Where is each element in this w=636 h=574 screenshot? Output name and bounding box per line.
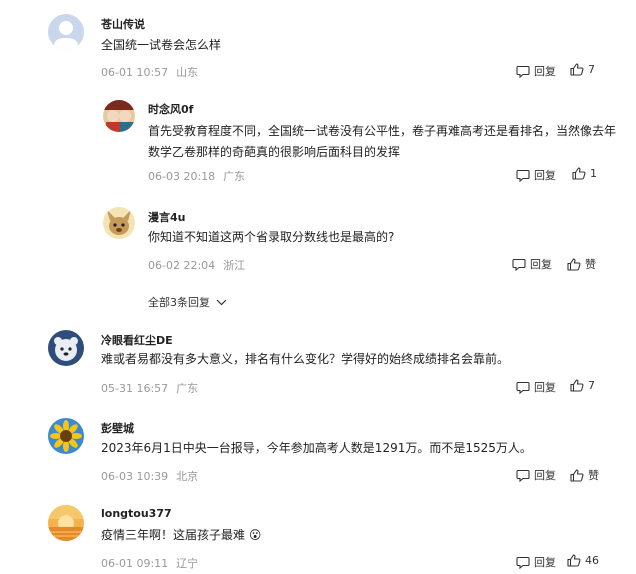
like-button[interactable]: 赞 bbox=[567, 256, 596, 272]
comment-text: 2023年6月1日中央一台报导，今年参加高考人数是1291万。而不是1525万人… bbox=[101, 441, 532, 455]
reply-label: 回复 bbox=[534, 556, 556, 569]
like-button[interactable]: 7 bbox=[570, 379, 595, 392]
like-button[interactable]: 赞 bbox=[570, 467, 599, 483]
comment-location: 山东 bbox=[176, 66, 199, 79]
reply-icon bbox=[516, 556, 530, 569]
comment-date: 06-03 20:18 bbox=[148, 170, 216, 183]
reply-button[interactable]: 回复 bbox=[516, 63, 556, 79]
username[interactable]: longtou377 bbox=[101, 507, 172, 520]
like-label: 赞 bbox=[585, 258, 596, 271]
comment-location: 广东 bbox=[176, 382, 199, 395]
comment-location: 辽宁 bbox=[176, 557, 199, 570]
thumbs-up-icon bbox=[572, 167, 586, 180]
avatar[interactable] bbox=[48, 505, 84, 541]
comment-meta: 06-03 10:39 北京 bbox=[101, 468, 198, 484]
comment-text: 首先受教育程度不同，全国统一试卷没有公平性，卷子再难高考还是看排名，当然像去年数… bbox=[148, 124, 617, 159]
comment-meta: 06-01 09:11 辽宁 bbox=[101, 555, 198, 571]
reply-label: 回复 bbox=[534, 169, 556, 182]
reply-icon bbox=[512, 258, 526, 271]
reply-button[interactable]: 回复 bbox=[516, 467, 556, 483]
comment-date: 06-03 10:39 bbox=[101, 470, 169, 483]
reply-button[interactable]: 回复 bbox=[516, 379, 556, 395]
thumbs-up-icon bbox=[570, 379, 584, 392]
like-count: 7 bbox=[588, 379, 595, 392]
reply-label: 回复 bbox=[534, 469, 556, 482]
comment-meta: 05-31 16:57 广东 bbox=[101, 380, 198, 396]
username[interactable]: 时念风0f bbox=[148, 101, 193, 117]
like-button[interactable]: 1 bbox=[572, 167, 597, 180]
avatar[interactable] bbox=[103, 100, 135, 132]
comment-meta: 06-02 22:04 浙江 bbox=[148, 257, 245, 273]
comment-meta: 06-03 20:18 广东 bbox=[148, 168, 245, 184]
comment-date: 06-02 22:04 bbox=[148, 259, 216, 272]
chevron-down-icon bbox=[216, 299, 227, 305]
reply-button[interactable]: 回复 bbox=[512, 256, 552, 272]
reply-icon bbox=[516, 65, 530, 78]
reply-button[interactable]: 回复 bbox=[516, 167, 556, 183]
avatar[interactable] bbox=[48, 418, 84, 454]
comment-date: 06-01 10:57 bbox=[101, 66, 169, 79]
comment-text: 你知道不知道这两个省录取分数线也是最高的? bbox=[148, 230, 395, 244]
like-button[interactable]: 46 bbox=[567, 554, 599, 567]
comment-text-body: 疫情三年啊！这届孩子最难 bbox=[101, 528, 246, 542]
username[interactable]: 彭壁城 bbox=[101, 420, 134, 436]
comment-date: 05-31 16:57 bbox=[101, 382, 169, 395]
reply-icon bbox=[516, 381, 530, 394]
comment-location: 浙江 bbox=[223, 259, 246, 272]
reply-button[interactable]: 回复 bbox=[516, 554, 556, 570]
like-count: 46 bbox=[585, 554, 599, 567]
like-label: 赞 bbox=[588, 469, 599, 482]
comment-text: 难或者易都没有多大意义，排名有什么变化？学得好的始终成绩排名会靠前。 bbox=[101, 352, 510, 366]
username[interactable]: 冷眼看红尘DE bbox=[101, 332, 173, 348]
thumbs-up-icon bbox=[570, 63, 584, 76]
like-button[interactable]: 7 bbox=[570, 63, 595, 76]
thumbs-up-icon bbox=[567, 257, 581, 271]
like-count: 1 bbox=[590, 167, 597, 180]
avatar[interactable] bbox=[48, 14, 84, 50]
surprised-emoji-icon: 😮 bbox=[248, 528, 262, 542]
reply-icon bbox=[516, 169, 530, 182]
comment-location: 广东 bbox=[223, 170, 246, 183]
thumbs-up-icon bbox=[567, 554, 581, 567]
username[interactable]: 漫言4u bbox=[148, 209, 186, 225]
reply-label: 回复 bbox=[534, 65, 556, 78]
like-count: 7 bbox=[588, 63, 595, 76]
comment-meta: 06-01 10:57 山东 bbox=[101, 64, 198, 80]
thumbs-up-icon bbox=[570, 468, 584, 482]
comment-date: 06-01 09:11 bbox=[101, 557, 169, 570]
reply-label: 回复 bbox=[530, 258, 552, 271]
comment-location: 北京 bbox=[176, 470, 199, 483]
comment-text: 疫情三年啊！这届孩子最难 😮 bbox=[101, 525, 611, 546]
reply-label: 回复 bbox=[534, 381, 556, 394]
show-all-replies-button[interactable]: 全部3条回复 bbox=[148, 294, 227, 310]
avatar[interactable] bbox=[103, 207, 135, 239]
show-all-replies-label: 全部3条回复 bbox=[148, 296, 210, 309]
avatar[interactable] bbox=[48, 330, 84, 366]
reply-icon bbox=[516, 469, 530, 482]
username[interactable]: 苍山传说 bbox=[101, 16, 145, 32]
comment-text: 全国统一试卷会怎么样 bbox=[101, 38, 222, 52]
